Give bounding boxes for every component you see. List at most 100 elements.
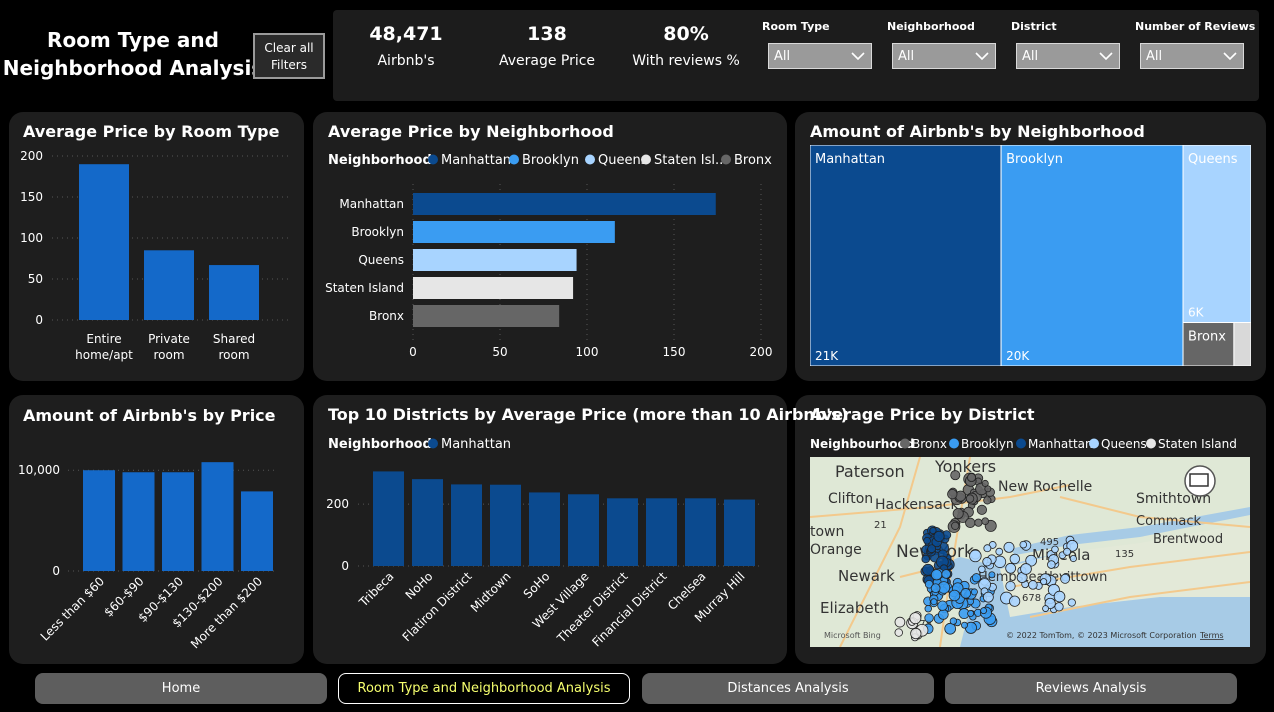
chevron-down-icon [851, 52, 865, 61]
nav-room-type-button[interactable]: Room Type and Neighborhood Analysis [338, 673, 630, 704]
treemap-value-label: 20K [1006, 349, 1030, 363]
chart-title-price-bins: Amount of Airbnb's by Price [23, 406, 276, 425]
bar [685, 498, 716, 566]
map-data-point [938, 609, 949, 620]
bar [79, 164, 129, 320]
map-data-point [969, 549, 982, 563]
y-tick-label: Brooklyn [351, 225, 404, 239]
bar [724, 499, 755, 566]
map-data-point [930, 569, 943, 581]
bar [413, 193, 716, 215]
chart-title-treemap: Amount of Airbnb's by Neighborhood [810, 122, 1145, 141]
filter-neighborhood-select[interactable]: All [892, 43, 996, 69]
filter-number-of-reviews-select[interactable]: All [1140, 43, 1244, 69]
legend-label: Manhattan [441, 153, 511, 168]
clear-filters-button[interactable]: Clear all Filters [253, 33, 325, 79]
y-tick-label: 200 [20, 149, 43, 163]
map-data-point [978, 565, 986, 574]
filter-label-room-type: Room Type [762, 20, 830, 33]
kpi-average-price: 138 Average Price [477, 20, 617, 74]
map-data-point [1054, 602, 1064, 612]
map-data-point [988, 571, 996, 579]
nav-reviews-button[interactable]: Reviews Analysis [945, 673, 1237, 704]
legend-marker [585, 154, 595, 165]
map-data-point [924, 613, 934, 623]
legend-label: Manhattan [441, 437, 511, 452]
y-tick-label: Bronx [369, 309, 404, 323]
map-data-point [909, 612, 922, 625]
map-data-point [894, 628, 903, 637]
map-data-point [947, 488, 958, 500]
map-data-point [967, 610, 975, 617]
map-place-label: Orange [810, 542, 862, 558]
legend-marker [900, 438, 910, 449]
map-data-point [948, 589, 961, 602]
treemap-value-label: 6K [1188, 306, 1205, 320]
map-terms-link[interactable]: Terms [1199, 631, 1224, 640]
district-map[interactable]: Paterson Yonkers New Rochelle Clifton Hacken… [810, 457, 1250, 647]
filter-room-type-select[interactable]: All [768, 43, 872, 69]
map-data-point [944, 622, 957, 635]
map-place-label: Hackensack [875, 497, 959, 513]
filter-value: All [774, 49, 791, 64]
map-data-point [965, 517, 976, 529]
bar [144, 250, 194, 320]
map-data-point [927, 544, 936, 554]
bar [646, 498, 677, 566]
map-place-label: 678 [1022, 593, 1041, 604]
map-data-point [1047, 560, 1056, 569]
y-tick-label: Queens [358, 253, 404, 267]
map-data-point [950, 470, 961, 481]
map-data-point [1003, 541, 1015, 553]
bar [122, 472, 155, 571]
x-tick-label: 0 [409, 345, 417, 359]
map-place-label: town [810, 524, 844, 540]
map-data-point [1005, 562, 1017, 574]
map-data-point [981, 517, 990, 526]
x-tick-label: room [218, 348, 249, 362]
legend-marker [641, 154, 651, 165]
legend-marker [721, 154, 731, 165]
legend-marker [509, 154, 519, 165]
map-data-point [924, 604, 932, 613]
x-tick-label: Midtown [468, 569, 514, 615]
x-tick-label: home/apt [75, 348, 133, 362]
map-data-point [941, 569, 951, 579]
y-tick-label: 0 [35, 313, 43, 327]
x-tick-label: More than $200 [188, 574, 265, 651]
treemap-cell-queens [1182, 145, 1251, 324]
legend-label: Manhattan [1028, 437, 1093, 451]
x-tick-label: Financial District [589, 569, 669, 649]
legend-label: Queens [598, 153, 648, 168]
bar [83, 470, 115, 571]
chevron-down-icon [975, 52, 989, 61]
x-tick-label: Shared [213, 332, 255, 346]
filter-district-select[interactable]: All [1016, 43, 1120, 69]
map-data-point [937, 600, 948, 611]
map-data-point [1060, 573, 1071, 584]
legend-marker [428, 154, 438, 165]
map-data-point [1009, 595, 1021, 607]
chevron-down-icon [1099, 52, 1113, 61]
map-place-label: Brentwood [1153, 532, 1223, 547]
map-data-point [961, 621, 968, 629]
legend-label: Bronx [912, 437, 947, 451]
x-tick-label: Private [148, 332, 190, 346]
legend-marker [428, 438, 438, 449]
map-data-point [970, 588, 978, 596]
nav-home-button[interactable]: Home [35, 673, 327, 704]
map-data-point [1028, 580, 1038, 590]
map-data-point [949, 617, 958, 625]
bar [162, 472, 194, 571]
map-canvas[interactable]: Paterson YonkersNew Rochelle Clifton Hacken… [810, 457, 1250, 647]
map-data-point [1069, 554, 1077, 563]
map-data-point [960, 588, 972, 599]
nav-distances-button[interactable]: Distances Analysis [642, 673, 934, 704]
map-place-label: 135 [1115, 549, 1134, 560]
bar [413, 249, 577, 271]
legend-marker [1089, 438, 1099, 449]
treemap-cell-brooklyn [1000, 145, 1184, 366]
map-data-point [982, 591, 994, 603]
chart-title-room-type: Average Price by Room Type [23, 122, 280, 141]
page-title: Room Type and Neighborhood Analysis [0, 26, 266, 82]
